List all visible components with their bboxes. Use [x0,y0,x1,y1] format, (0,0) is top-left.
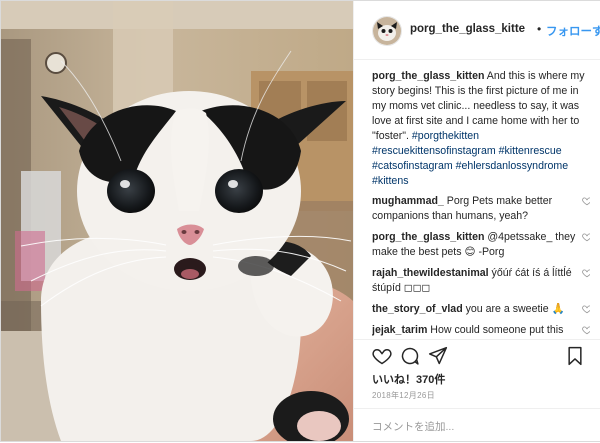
separator-dot: • [537,22,542,36]
comment-item: the_story_of_vlad you are a sweetie 🙏 [372,302,590,317]
comment-like-heart-icon[interactable] [582,268,590,278]
post-caption: porg_the_glass_kitten And this is where … [372,69,590,189]
comment-like-heart-icon[interactable] [582,196,590,206]
comment-item: mughammad_ Porg Pets make better compani… [372,194,590,224]
post-side-panel: porg_the_glass_kitte • フォローする porg_the_g… [353,1,600,441]
comment-item: jejak_tarim How could someone put this c… [372,323,590,337]
follow-button[interactable]: フォローする [546,23,600,39]
hashtag-link[interactable]: #rescuekittensofinstagram [372,145,496,157]
hashtag-link[interactable]: #porgthekitten [412,130,479,142]
instagram-post-embed: porg_the_glass_kitte • フォローする porg_the_g… [0,0,600,442]
add-comment-placeholder: コメントを追加... [372,421,455,433]
comment-username[interactable]: jejak_tarim [372,324,427,336]
header-username[interactable]: porg_the_glass_kitte [410,23,525,35]
hashtag-link[interactable]: #kittenrescue [499,145,562,157]
post-photo[interactable] [1,1,353,441]
comment-like-heart-icon[interactable] [582,232,590,242]
hashtag-link[interactable]: #kittens [372,175,409,187]
comment-text: you are a sweetie 🙏 [462,303,565,315]
comments-list: porg_the_glass_kitten And this is where … [372,69,590,337]
like-count[interactable]: いいね！370件 [372,371,445,387]
avatar[interactable] [372,16,402,46]
comment-username[interactable]: the_story_of_vlad [372,303,463,315]
post-date[interactable]: 2018年12月26日 [372,390,435,401]
post-header: porg_the_glass_kitte • フォローする [354,1,600,60]
comment-like-heart-icon[interactable] [582,304,590,314]
comment-like-heart-icon[interactable] [582,325,590,335]
bookmark-icon[interactable] [566,346,584,366]
comment-item: rajah_thewildestanimal ýőúŕ ćát íś á ĺít… [372,266,590,296]
hashtag-link[interactable]: #ehlersdanlossyndrome [456,160,568,172]
kitten-photo-illustration [1,1,353,441]
hashtag-link[interactable]: #catsofinstagram [372,160,453,172]
comment-username[interactable]: porg_the_glass_kitten [372,231,484,243]
avatar-kitten-icon [373,17,401,45]
heart-icon[interactable] [372,346,392,366]
caption-username[interactable]: porg_the_glass_kitten [372,70,484,82]
paper-plane-icon[interactable] [428,346,448,366]
comment-username[interactable]: rajah_thewildestanimal [372,267,489,279]
comment-item: porg_the_glass_kitten @4petssake_ they m… [372,230,590,260]
add-comment-field[interactable]: コメントを追加... [354,408,600,443]
speech-bubble-icon[interactable] [400,346,420,366]
comment-username[interactable]: mughammad_ [372,195,444,207]
post-actions: いいね！370件 2018年12月26日 コメントを追加... [354,339,600,442]
